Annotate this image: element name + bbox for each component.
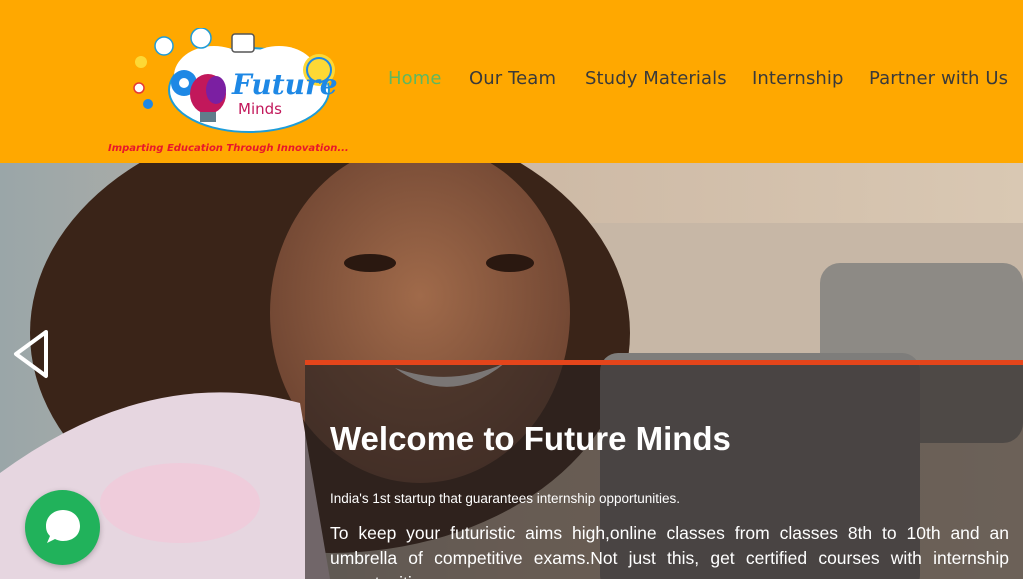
logo-wordmark-sub: Minds — [238, 100, 282, 118]
chat-bubble-icon — [46, 510, 80, 543]
chevron-left-icon — [14, 330, 48, 378]
site-header: Future Minds Imparting Education Through… — [0, 0, 1023, 163]
nav-our-team[interactable]: Our Team — [469, 68, 556, 89]
slider-prev-button[interactable] — [10, 328, 54, 380]
slide-subtitle: India's 1st startup that guarantees inte… — [330, 491, 681, 506]
slide-body: To keep your futuristic aims high,online… — [330, 523, 1009, 579]
nav-internship[interactable]: Internship — [752, 68, 844, 89]
nav-study-materials[interactable]: Study Materials — [585, 68, 727, 89]
slide-title: Welcome to Future Minds — [330, 420, 731, 457]
slide-caption: Welcome to Future Minds India's 1st star… — [305, 360, 1023, 579]
nav-partner-with-us[interactable]: Partner with Us — [869, 68, 1008, 89]
logo-wordmark: Future — [232, 68, 338, 101]
chat-widget-button[interactable] — [25, 490, 100, 565]
hero-slider: Welcome to Future Minds India's 1st star… — [0, 163, 1023, 579]
logo-tagline: Imparting Education Through Innovation..… — [108, 143, 349, 154]
site-logo[interactable]: Future Minds — [104, 27, 394, 160]
nav-home[interactable]: Home — [388, 68, 442, 89]
